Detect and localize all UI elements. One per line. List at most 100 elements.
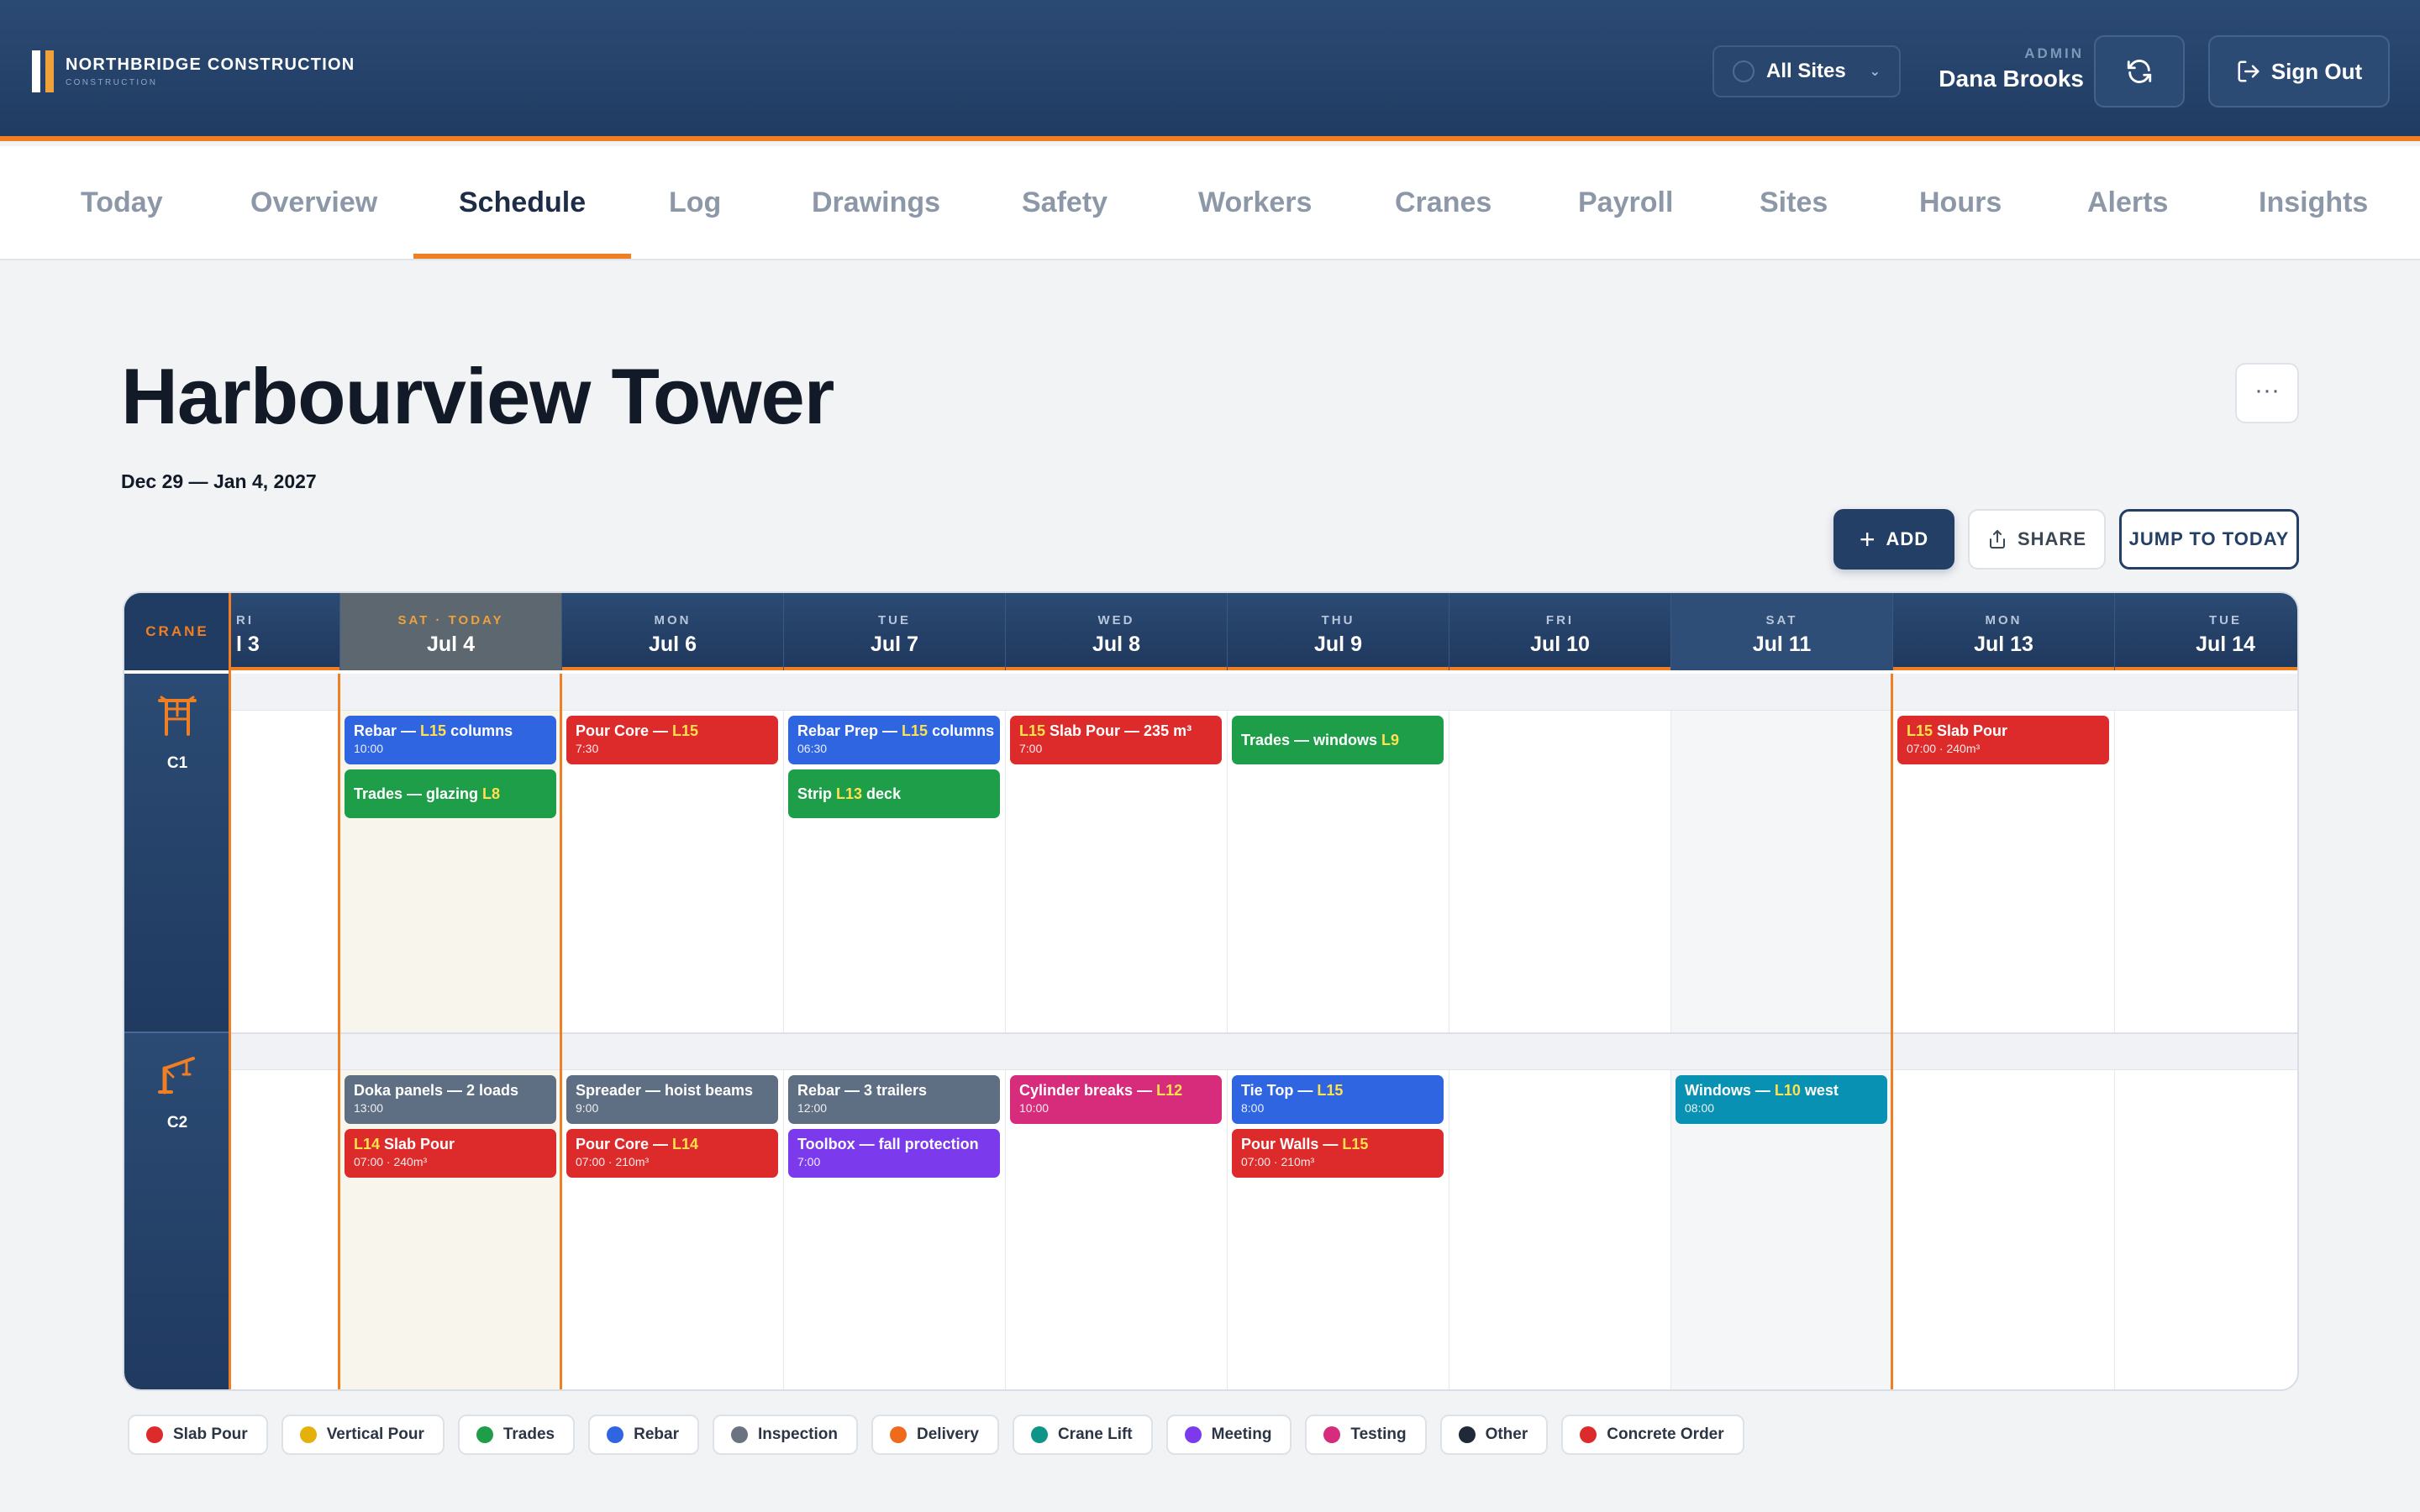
- legend-dot-icon: [299, 1426, 317, 1443]
- schedule-event[interactable]: Trades — windows L9: [1232, 716, 1444, 764]
- day-header[interactable]: THU Jul 9: [1227, 593, 1449, 670]
- legend-dot-icon: [1458, 1426, 1476, 1443]
- schedule-event[interactable]: L15 Slab Pour 07:00 · 240m³: [1897, 716, 2109, 764]
- day-cell[interactable]: [2114, 711, 2297, 1033]
- event-title: Pour Core — L15: [576, 721, 769, 741]
- crane-column-edge: [229, 593, 231, 1389]
- crane-row-header[interactable]: C1: [124, 674, 230, 1033]
- tab-sites[interactable]: Sites: [1760, 146, 1828, 259]
- schedule-event[interactable]: Rebar Prep — L15 columns 06:30: [788, 716, 1000, 764]
- brand-logo[interactable]: NORTHBRIDGE CONSTRUCTION CONSTRUCTION: [32, 50, 355, 92]
- day-header[interactable]: RI l 3: [230, 593, 339, 670]
- event-title-text: Pour Core —: [576, 722, 673, 739]
- more-options-button[interactable]: ···: [2235, 363, 2299, 423]
- schedule-event[interactable]: L14 Slab Pour 07:00 · 240m³: [345, 1129, 556, 1178]
- day-header[interactable]: MON Jul 13: [1892, 593, 2114, 670]
- tab-hours[interactable]: Hours: [1919, 146, 2002, 259]
- schedule-event[interactable]: Windows — L10 west 08:00: [1676, 1075, 1887, 1124]
- legend-item[interactable]: Inspection: [712, 1415, 858, 1455]
- tab-drawings[interactable]: Drawings: [812, 146, 940, 259]
- tab-log[interactable]: Log: [669, 146, 721, 259]
- event-title: Trades — windows L9: [1241, 721, 1434, 759]
- schedule-event[interactable]: Pour Walls — L15 07:00 · 210m³: [1232, 1129, 1444, 1178]
- tab-safety[interactable]: Safety: [1022, 146, 1107, 259]
- day-cell[interactable]: [230, 1070, 339, 1389]
- schedule-event[interactable]: Toolbox — fall protection 7:00: [788, 1129, 1000, 1178]
- site-select[interactable]: All Sites ⌄: [1712, 45, 1901, 97]
- legend-item[interactable]: Testing: [1305, 1415, 1427, 1455]
- crane-row-header[interactable]: C2: [124, 1033, 230, 1389]
- event-level-tag: L12: [1156, 1082, 1183, 1099]
- event-title-text: Toolbox — fall protection: [797, 1136, 979, 1152]
- day-cell[interactable]: [1670, 711, 1892, 1033]
- tab-alerts[interactable]: Alerts: [2087, 146, 2168, 259]
- schedule-event[interactable]: Cylinder breaks — L12 10:00: [1010, 1075, 1222, 1124]
- event-title-text: Strip: [797, 785, 837, 802]
- tab-insights[interactable]: Insights: [2259, 146, 2368, 259]
- tab-today[interactable]: Today: [81, 146, 163, 259]
- day-cell[interactable]: [230, 711, 339, 1033]
- legend-item[interactable]: Delivery: [871, 1415, 999, 1455]
- event-level-tag: L15: [420, 722, 447, 739]
- day-cell[interactable]: [2114, 1070, 2297, 1389]
- tab-cranes[interactable]: Cranes: [1395, 146, 1491, 259]
- day-header[interactable]: WED Jul 8: [1005, 593, 1227, 670]
- schedule-event[interactable]: Rebar — L15 columns 10:00: [345, 716, 556, 764]
- day-header-weekday: TUE: [2209, 613, 2242, 627]
- sign-out-icon: [2238, 60, 2260, 82]
- week-boundary-line: [1891, 674, 1893, 1389]
- schedule-event[interactable]: Doka panels — 2 loads 13:00: [345, 1075, 556, 1124]
- event-title: Doka panels — 2 loads: [354, 1080, 547, 1100]
- day-cell[interactable]: [1449, 1070, 1670, 1389]
- event-title: Rebar — L15 columns: [354, 721, 547, 741]
- day-header-date: Jul 13: [1974, 633, 2033, 656]
- event-level-tag: L9: [1381, 732, 1400, 748]
- legend-item[interactable]: Concrete Order: [1561, 1415, 1744, 1455]
- schedule-event[interactable]: L15 Slab Pour — 235 m³ 7:00: [1010, 716, 1222, 764]
- tab-workers[interactable]: Workers: [1198, 146, 1312, 259]
- tab-payroll[interactable]: Payroll: [1578, 146, 1673, 259]
- legend-item[interactable]: Crane Lift: [1012, 1415, 1153, 1455]
- tab-overview[interactable]: Overview: [250, 146, 377, 259]
- legend-item[interactable]: Trades: [457, 1415, 576, 1455]
- share-button[interactable]: SHARE: [1968, 509, 2106, 570]
- day-header[interactable]: TUE Jul 7: [783, 593, 1005, 670]
- day-cell[interactable]: [1449, 711, 1670, 1033]
- day-header[interactable]: MON Jul 6: [561, 593, 783, 670]
- jump-to-today-button[interactable]: JUMP TO TODAY: [2119, 509, 2299, 570]
- event-title-text: Rebar Prep —: [797, 722, 902, 739]
- event-title-text: Doka panels — 2 loads: [354, 1082, 519, 1099]
- day-header-weekday: TUE: [878, 613, 911, 627]
- tab-schedule[interactable]: Schedule: [413, 146, 632, 259]
- schedule-event[interactable]: Trades — glazing L8: [345, 769, 556, 818]
- day-header[interactable]: SAT Jul 11: [1670, 593, 1892, 670]
- event-title-text: Rebar — 3 trailers: [797, 1082, 928, 1099]
- sign-out-button[interactable]: Sign Out: [2208, 35, 2390, 108]
- event-title: Rebar — 3 trailers: [797, 1080, 991, 1100]
- event-level-tag: L8: [482, 785, 501, 802]
- schedule-event[interactable]: Spreader — hoist beams 9:00: [566, 1075, 778, 1124]
- legend-item[interactable]: Vertical Pour: [281, 1415, 445, 1455]
- schedule-event[interactable]: Tie Top — L15 8:00: [1232, 1075, 1444, 1124]
- crane-schedule-calendar: CRANE RI l 3 SAT · TODAY Jul 4 MON Jul 6 TUE Ju…: [123, 591, 2299, 1391]
- schedule-event[interactable]: Rebar — 3 trailers 12:00: [788, 1075, 1000, 1124]
- day-header[interactable]: FRI Jul 10: [1449, 593, 1670, 670]
- schedule-event[interactable]: Strip L13 deck: [788, 769, 1000, 818]
- legend-item[interactable]: Other: [1439, 1415, 1549, 1455]
- legend-item[interactable]: Rebar: [588, 1415, 699, 1455]
- day-header-date: l 3: [236, 633, 260, 656]
- event-level-tag: L15: [1019, 722, 1046, 739]
- legend-item[interactable]: Meeting: [1165, 1415, 1292, 1455]
- share-label: SHARE: [2017, 528, 2086, 549]
- day-header[interactable]: TUE Jul 14: [2114, 593, 2297, 670]
- refresh-button[interactable]: [2094, 35, 2185, 108]
- event-time: 7:00: [1019, 742, 1043, 755]
- legend-dot-icon: [1323, 1426, 1341, 1443]
- day-cell[interactable]: [1892, 1070, 2114, 1389]
- day-header-weekday: RI: [236, 613, 254, 627]
- schedule-event[interactable]: Pour Core — L14 07:00 · 210m³: [566, 1129, 778, 1178]
- add-button[interactable]: + ADD: [1833, 509, 1954, 570]
- schedule-event[interactable]: Pour Core — L15 7:30: [566, 716, 778, 764]
- day-header[interactable]: SAT · TODAY Jul 4: [339, 593, 561, 670]
- legend-item[interactable]: Slab Pour: [128, 1415, 268, 1455]
